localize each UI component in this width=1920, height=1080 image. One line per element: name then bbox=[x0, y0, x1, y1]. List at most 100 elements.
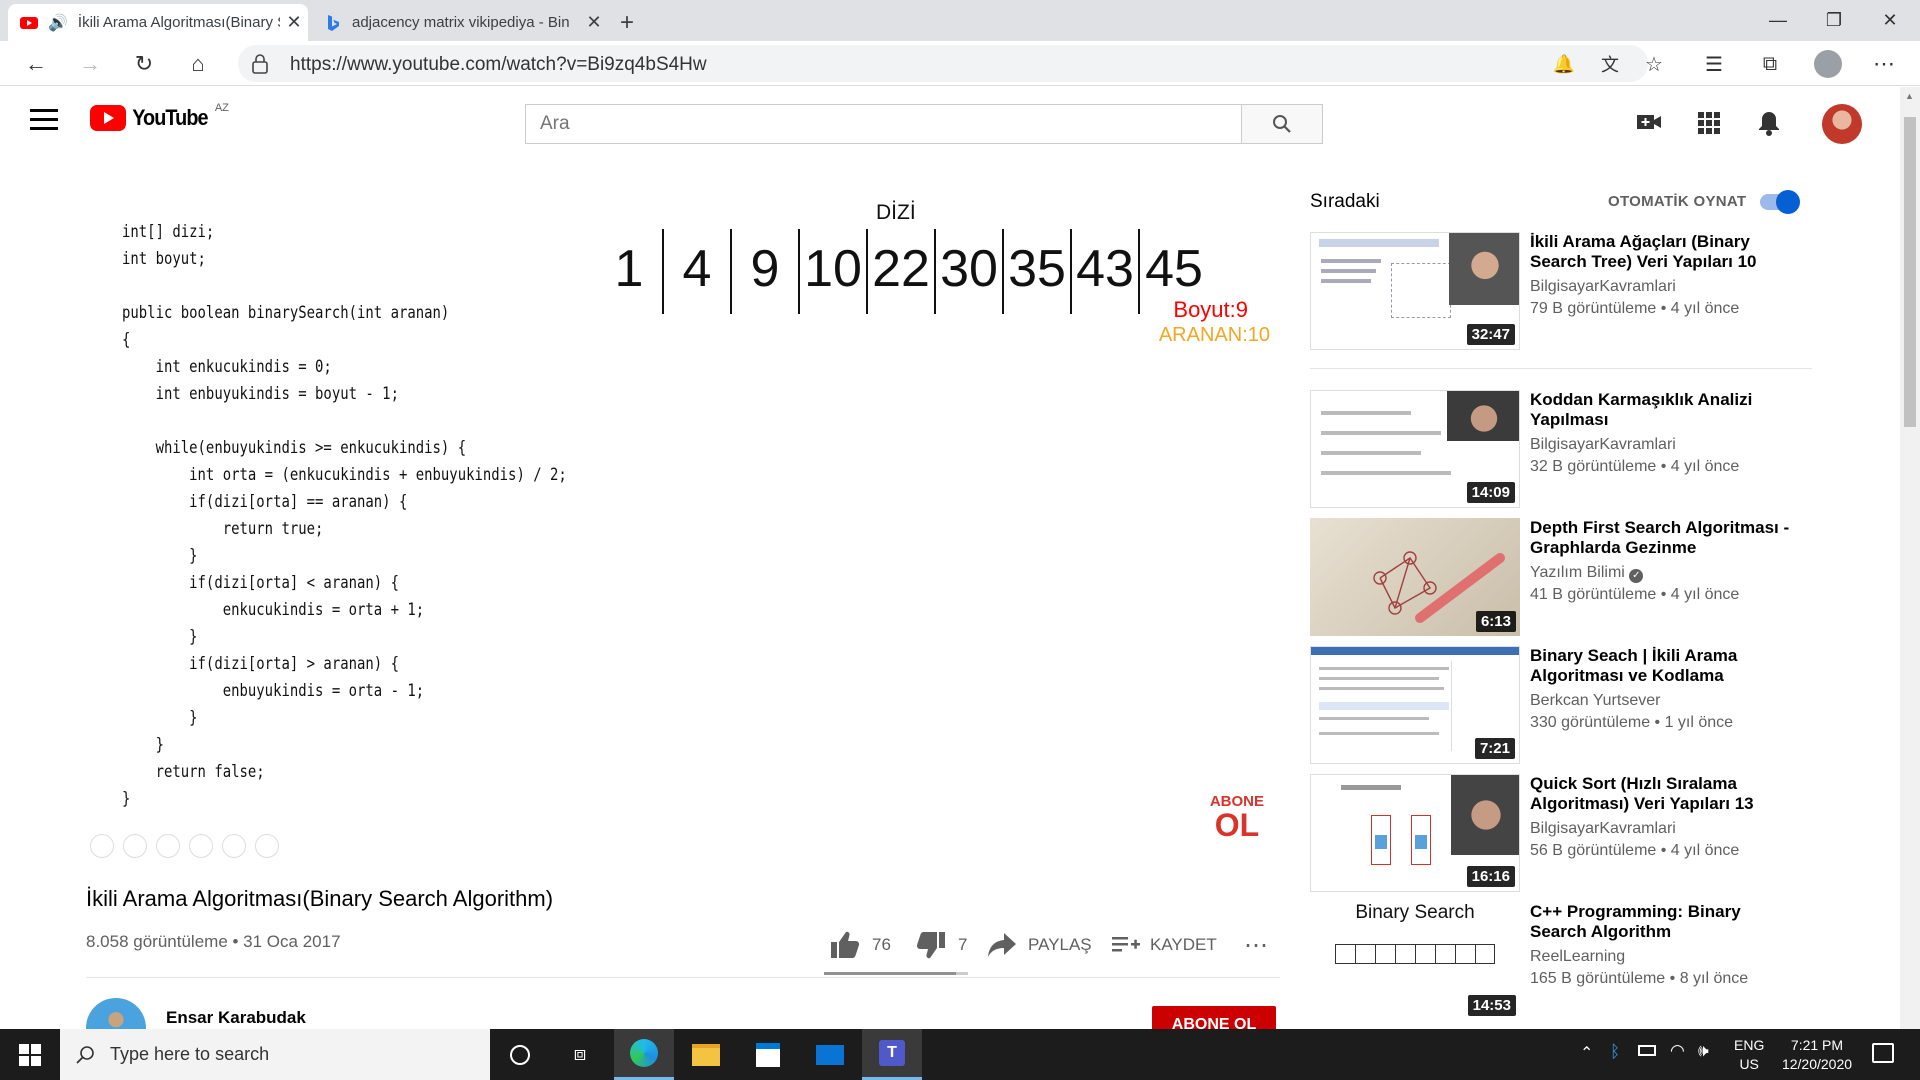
more-menu-icon[interactable]: ⋯ bbox=[1866, 47, 1902, 81]
video-thumbnail[interactable]: 16:16 bbox=[1310, 774, 1520, 892]
sentiment-bar-fill bbox=[824, 972, 956, 975]
up-next-item[interactable]: 7:21 Binary Seach | İkili Arama Algoritm… bbox=[1310, 646, 1790, 766]
start-button[interactable] bbox=[0, 1029, 60, 1080]
apps-grid-icon[interactable] bbox=[1698, 112, 1720, 134]
edge-taskbar-icon[interactable] bbox=[614, 1029, 674, 1080]
save-label: KAYDET bbox=[1150, 935, 1217, 954]
up-next-item[interactable]: Binary Search 14:53 C++ Programming: Bin… bbox=[1310, 902, 1790, 1022]
close-window-icon[interactable]: ✕ bbox=[1862, 0, 1918, 41]
show-hidden-icons-icon[interactable]: ⌃ bbox=[1580, 1043, 1593, 1063]
share-button[interactable]: PAYLAŞ bbox=[988, 925, 1092, 965]
up-next-channel[interactable]: Berkcan Yurtsever bbox=[1530, 692, 1660, 710]
refresh-icon[interactable]: ↻ bbox=[126, 47, 162, 81]
dislike-button[interactable]: 7 bbox=[916, 925, 967, 965]
up-next-channel[interactable]: BilgisayarKavramlari bbox=[1530, 278, 1676, 296]
video-thumbnail[interactable]: 6:13 bbox=[1310, 518, 1520, 636]
tab-bing[interactable]: adjacency matrix vikipediya - Bin ✕ bbox=[312, 4, 608, 41]
video-thumbnail[interactable]: 7:21 bbox=[1310, 646, 1520, 764]
array-values: 1 4 9 10 22 30 35 43 45 bbox=[596, 229, 1208, 314]
mail-icon[interactable] bbox=[800, 1029, 860, 1080]
up-next-title[interactable]: Depth First Search Algoritması - Graphla… bbox=[1530, 518, 1790, 558]
browser-toolbar: ← → ↻ ⌂ https://www.youtube.com/watch?v=… bbox=[0, 41, 1920, 86]
scrollbar-thumb[interactable] bbox=[1904, 117, 1916, 427]
clock[interactable]: 7:21 PM 12/20/2020 bbox=[1772, 1036, 1862, 1074]
forward-icon[interactable]: → bbox=[72, 47, 108, 81]
up-next-item[interactable]: 16:16 Quick Sort (Hızlı Sıralama Algorit… bbox=[1310, 774, 1790, 894]
avatar[interactable] bbox=[1822, 104, 1862, 144]
task-view-icon[interactable]: ⧈ bbox=[550, 1029, 610, 1080]
clock-date: 12/20/2020 bbox=[1781, 1056, 1853, 1072]
video-player[interactable]: int[] dizi; int boyut; public boolean bin… bbox=[86, 189, 1280, 861]
up-next-title[interactable]: Koddan Karmaşıklık Analizi Yapılması bbox=[1530, 390, 1790, 430]
taskbar-search-box[interactable]: Type here to search bbox=[60, 1029, 490, 1080]
notifications-bell-icon[interactable] bbox=[1758, 110, 1780, 136]
action-center-icon[interactable] bbox=[1872, 1043, 1894, 1063]
up-next-item[interactable]: 14:09 Koddan Karmaşıklık Analizi Yapılma… bbox=[1310, 390, 1790, 510]
playlist-add-icon bbox=[1112, 937, 1140, 952]
tab-close-icon[interactable]: ✕ bbox=[580, 12, 608, 33]
up-next-item[interactable]: 6:13 Depth First Search Algoritması - Gr… bbox=[1310, 518, 1790, 638]
store-icon[interactable] bbox=[738, 1029, 798, 1080]
save-button[interactable]: KAYDET bbox=[1112, 925, 1217, 965]
array-cell: 1 bbox=[596, 229, 664, 314]
copy-icon bbox=[189, 834, 213, 858]
file-explorer-icon[interactable] bbox=[676, 1029, 736, 1080]
video-thumbnail[interactable]: Binary Search 14:53 bbox=[1310, 902, 1520, 1020]
search-box[interactable] bbox=[525, 104, 1241, 144]
page-scrollbar[interactable]: ▲ bbox=[1900, 87, 1920, 1029]
search-button[interactable] bbox=[1241, 104, 1323, 144]
favorites-list-icon[interactable]: ☰ bbox=[1696, 47, 1732, 81]
profile-icon[interactable] bbox=[1810, 47, 1846, 81]
up-next-channel[interactable]: Yazılım Bilimi ✓ bbox=[1530, 564, 1644, 583]
divider bbox=[1310, 368, 1812, 369]
subscribe-button[interactable]: ABONE OL bbox=[1152, 1006, 1276, 1029]
channel-name[interactable]: Ensar Karabudak bbox=[166, 1008, 306, 1028]
address-bar[interactable]: https://www.youtube.com/watch?v=Bi9zq4bS… bbox=[238, 45, 1648, 82]
up-next-item[interactable]: 32:47 İkili Arama Ağaçları (Binary Searc… bbox=[1310, 232, 1790, 352]
youtube-logo[interactable]: YouTube AZ bbox=[90, 102, 229, 131]
create-video-icon[interactable] bbox=[1636, 112, 1662, 132]
up-next-title[interactable]: İkili Arama Ağaçları (Binary Search Tree… bbox=[1530, 232, 1790, 272]
autoplay-label: OTOMATİK OYNAT bbox=[1608, 193, 1747, 210]
like-button[interactable]: 76 bbox=[830, 925, 891, 965]
teams-icon[interactable]: T bbox=[862, 1029, 922, 1080]
new-tab-button[interactable]: + bbox=[612, 4, 642, 41]
up-next-title[interactable]: C++ Programming: Binary Search Algorithm bbox=[1530, 902, 1790, 942]
cortana-icon[interactable] bbox=[490, 1029, 550, 1080]
wifi-icon[interactable]: ◠ bbox=[1670, 1041, 1685, 1061]
up-next-title[interactable]: Quick Sort (Hızlı Sıralama Algoritması) … bbox=[1530, 774, 1790, 814]
up-next-title[interactable]: Binary Seach | İkili Arama Algoritması v… bbox=[1530, 646, 1790, 686]
autoplay-toggle[interactable] bbox=[1760, 190, 1800, 214]
volume-icon[interactable]: 🕪 bbox=[1698, 1041, 1709, 1061]
tab-youtube[interactable]: 🔊 İkili Arama Algoritması(Binary S ✕ bbox=[8, 4, 308, 41]
up-next-channel[interactable]: ReelLearning bbox=[1530, 948, 1625, 966]
next-icon bbox=[123, 834, 147, 858]
language-indicator[interactable]: ENG US bbox=[1734, 1036, 1764, 1074]
favorite-star-icon[interactable]: ☆ bbox=[1636, 47, 1672, 81]
channel-avatar[interactable] bbox=[86, 998, 146, 1029]
up-next-channel[interactable]: BilgisayarKavramlari bbox=[1530, 436, 1676, 454]
video-thumbnail[interactable]: 32:47 bbox=[1310, 232, 1520, 350]
restore-icon[interactable]: ❐ bbox=[1806, 0, 1862, 41]
search-input[interactable] bbox=[526, 105, 1241, 143]
back-icon[interactable]: ← bbox=[18, 47, 54, 81]
url-text: https://www.youtube.com/watch?v=Bi9zq4bS… bbox=[290, 54, 707, 75]
speaker-icon[interactable]: 🔊 bbox=[48, 13, 68, 33]
code-line: } bbox=[122, 789, 131, 809]
more-actions-icon[interactable]: ⋯ bbox=[1244, 925, 1268, 965]
home-icon[interactable]: ⌂ bbox=[180, 47, 216, 81]
minimize-icon[interactable]: — bbox=[1750, 0, 1806, 41]
hamburger-menu-icon[interactable] bbox=[30, 109, 58, 131]
translate-icon[interactable]: 文 bbox=[1592, 47, 1628, 81]
notification-blocked-icon[interactable]: 🔔 bbox=[1546, 47, 1582, 81]
battery-icon[interactable] bbox=[1638, 1045, 1656, 1056]
video-thumbnail[interactable]: 14:09 bbox=[1310, 390, 1520, 508]
bluetooth-icon[interactable]: ᛒ bbox=[1610, 1042, 1620, 1062]
code-line: if(dizi[orta] == aranan) { bbox=[122, 492, 408, 512]
duration-badge: 32:47 bbox=[1466, 324, 1515, 345]
youtube-header: YouTube AZ bbox=[0, 87, 1920, 159]
collections-icon[interactable]: ⧉ bbox=[1752, 47, 1788, 81]
up-next-channel[interactable]: BilgisayarKavramlari bbox=[1530, 820, 1676, 838]
tab-close-icon[interactable]: ✕ bbox=[280, 12, 308, 33]
